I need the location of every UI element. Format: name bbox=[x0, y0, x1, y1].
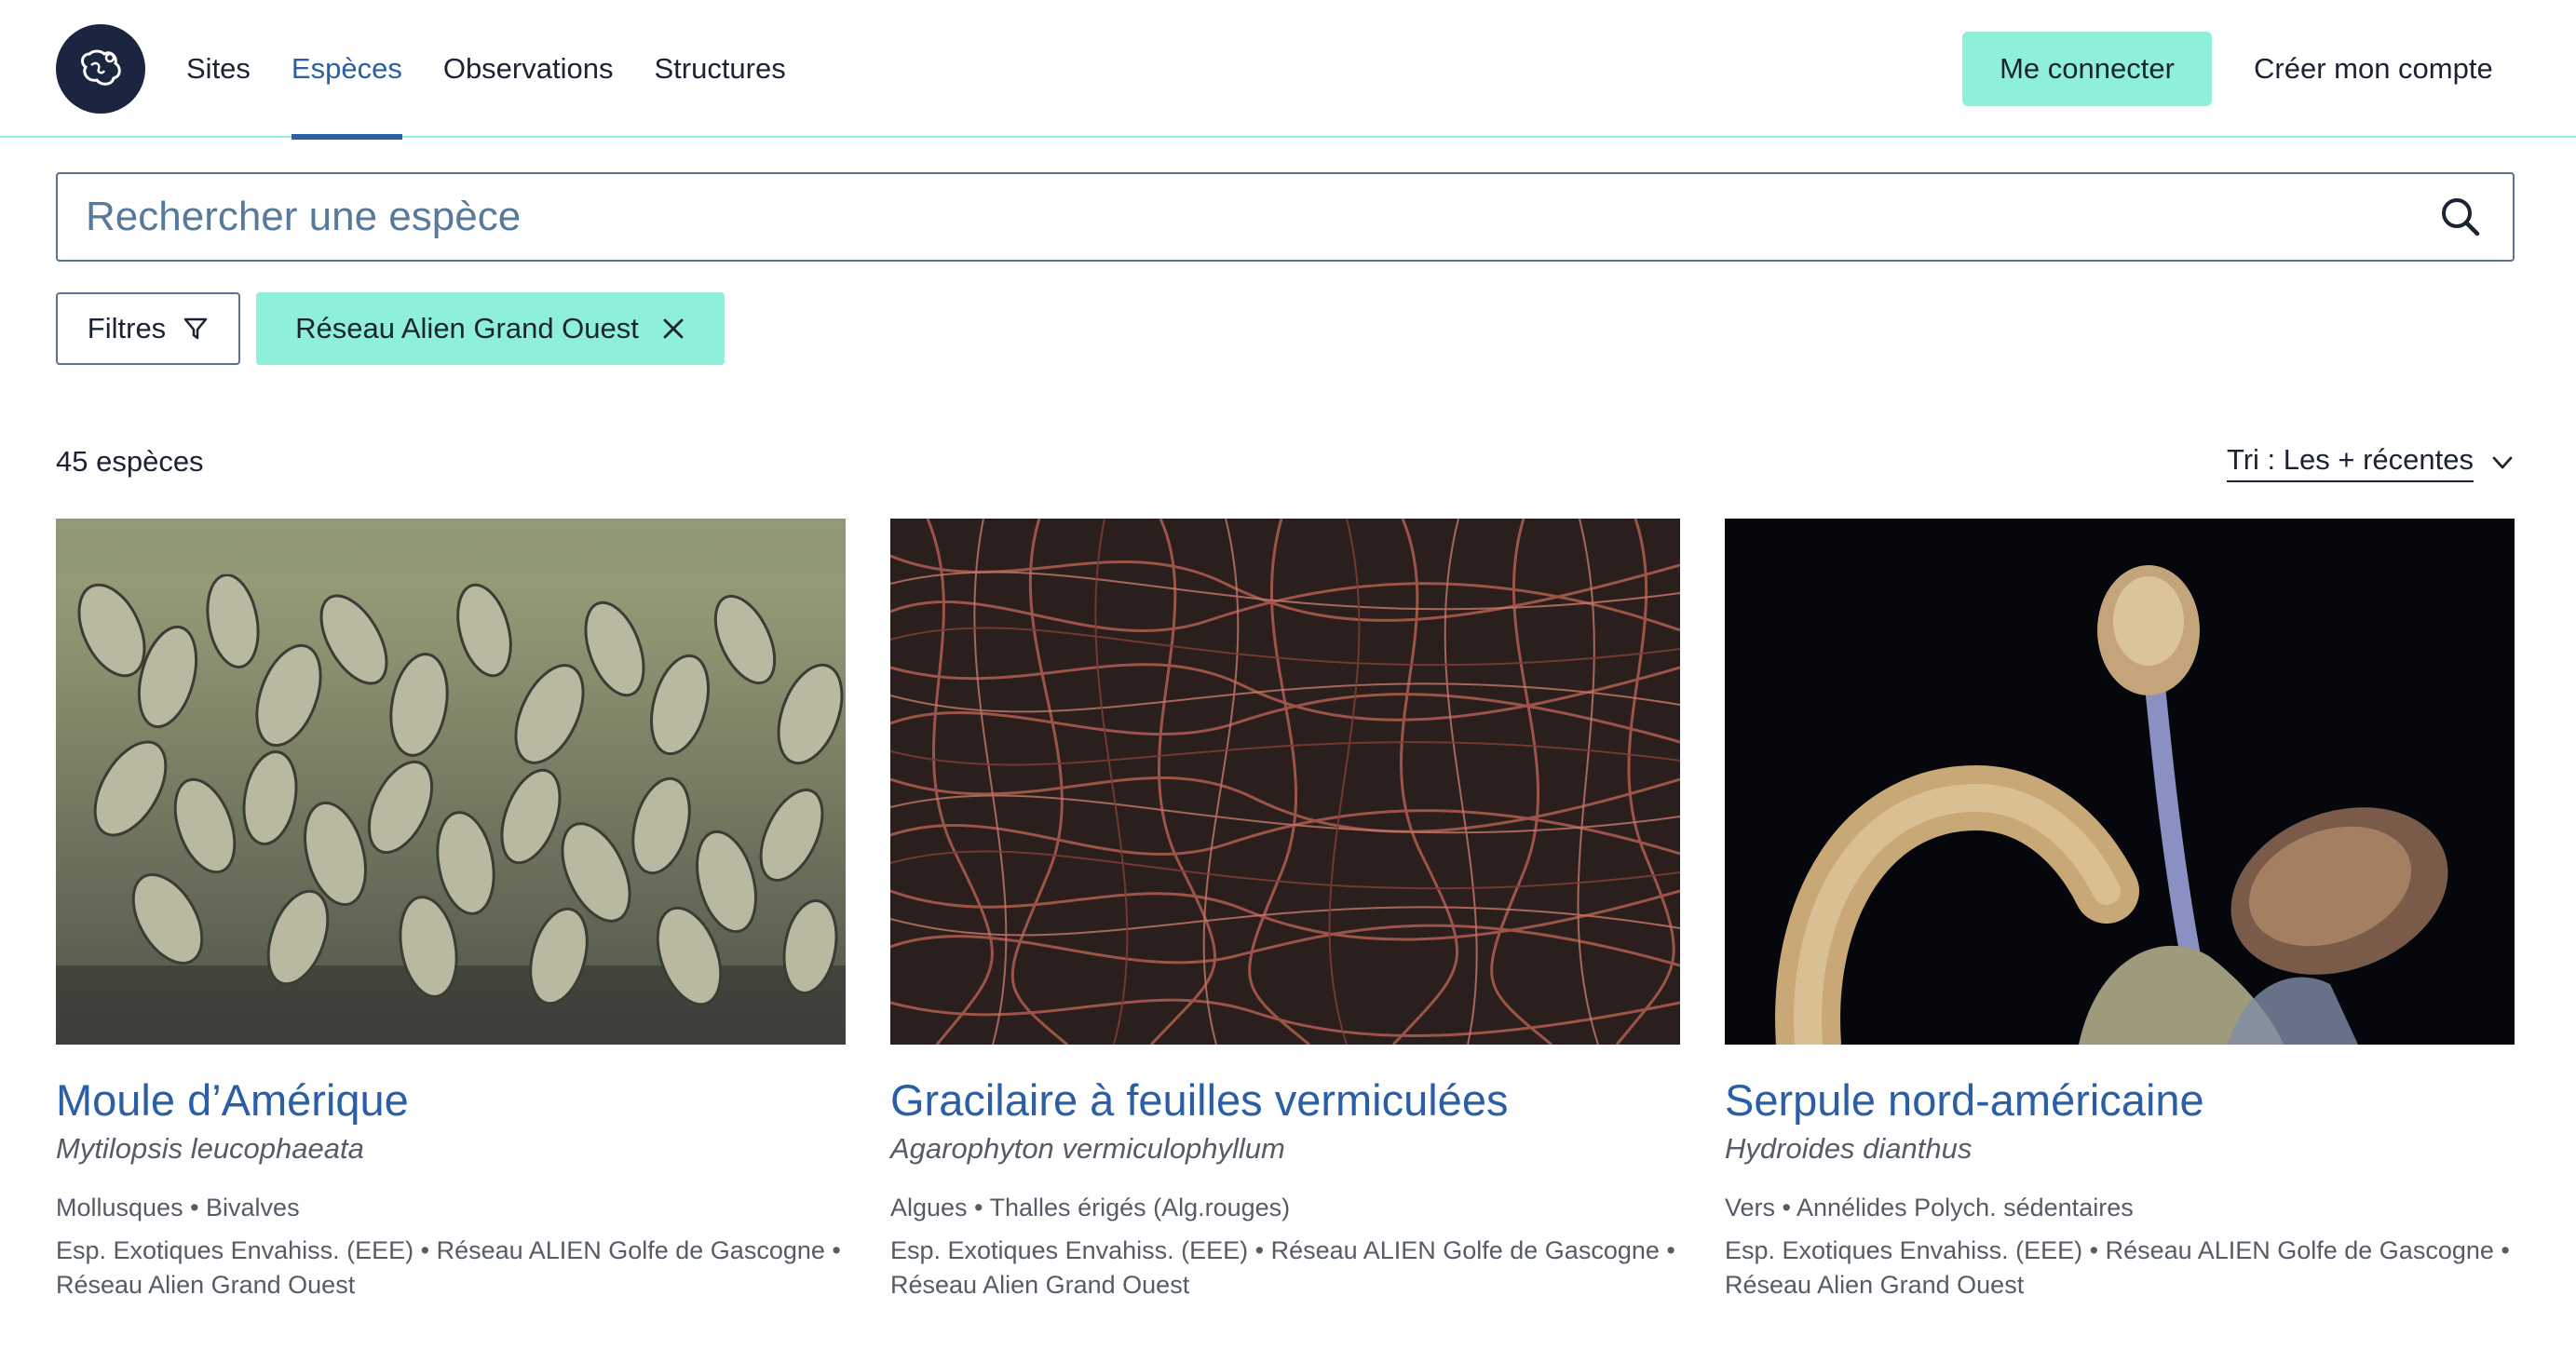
filters-label: Filtres bbox=[87, 312, 167, 344]
species-tags: Esp. Exotiques Envahiss. (EEE) • Réseau … bbox=[1725, 1235, 2510, 1300]
species-search-box bbox=[56, 172, 2515, 262]
search-input[interactable] bbox=[86, 194, 2436, 240]
species-card[interactable]: Serpule nord-américaine Hydroides dianth… bbox=[1725, 519, 2515, 1303]
nav-item-structures[interactable]: Structures bbox=[654, 0, 785, 138]
filter-icon bbox=[183, 317, 208, 340]
species-scientific-name: Mytilopsis leucophaeata bbox=[56, 1131, 364, 1165]
nav-item-especes[interactable]: Espèces bbox=[291, 0, 402, 140]
species-tags: Esp. Exotiques Envahiss. (EEE) • Réseau … bbox=[890, 1235, 1675, 1300]
species-photo[interactable] bbox=[890, 519, 1680, 1045]
species-photo[interactable] bbox=[56, 519, 846, 1045]
species-common-name[interactable]: Serpule nord-américaine bbox=[1725, 1076, 2515, 1125]
species-common-name[interactable]: Moule d’Amérique bbox=[56, 1076, 846, 1125]
close-icon[interactable] bbox=[661, 317, 685, 341]
main-nav: Sites Espèces Observations Structures bbox=[186, 0, 786, 140]
species-photo[interactable] bbox=[1725, 519, 2515, 1045]
species-group: Mollusques • Bivalves bbox=[56, 1193, 300, 1221]
species-group: Vers • Annélides Polych. sédentaires bbox=[1725, 1193, 2134, 1221]
top-navigation-bar: Sites Espèces Observations Structures Me… bbox=[0, 0, 2576, 140]
species-scientific-name: Hydroides dianthus bbox=[1725, 1131, 1973, 1165]
species-card[interactable]: Moule d’Amérique Mytilopsis leucophaeata… bbox=[56, 519, 846, 1303]
nav-item-observations[interactable]: Observations bbox=[443, 0, 614, 138]
species-tags: Esp. Exotiques Envahiss. (EEE) • Réseau … bbox=[56, 1235, 841, 1300]
login-button[interactable]: Me connecter bbox=[1962, 32, 2212, 106]
filters-button[interactable]: Filtres bbox=[56, 292, 240, 365]
sort-dropdown[interactable]: Tri : Les + récentes bbox=[2226, 443, 2515, 482]
sort-label: Tri : Les + récentes bbox=[2226, 443, 2474, 482]
logo-icon bbox=[81, 49, 121, 86]
create-account-link[interactable]: Créer mon compte bbox=[2254, 32, 2493, 106]
search-icon[interactable] bbox=[2436, 193, 2485, 241]
active-filter-label: Réseau Alien Grand Ouest bbox=[295, 312, 639, 344]
nav-item-sites[interactable]: Sites bbox=[186, 0, 251, 138]
species-group: Algues • Thalles érigés (Alg.rouges) bbox=[890, 1193, 1291, 1221]
species-card[interactable]: Gracilaire à feuilles vermiculées Agarop… bbox=[890, 519, 1680, 1303]
species-scientific-name: Agarophyton vermiculophyllum bbox=[890, 1131, 1285, 1165]
results-count: 45 espèces bbox=[56, 445, 204, 478]
active-filter-chip[interactable]: Réseau Alien Grand Ouest bbox=[256, 292, 725, 365]
chevron-down-icon bbox=[2492, 456, 2513, 469]
site-logo[interactable] bbox=[56, 24, 145, 114]
species-common-name[interactable]: Gracilaire à feuilles vermiculées bbox=[890, 1076, 1680, 1125]
